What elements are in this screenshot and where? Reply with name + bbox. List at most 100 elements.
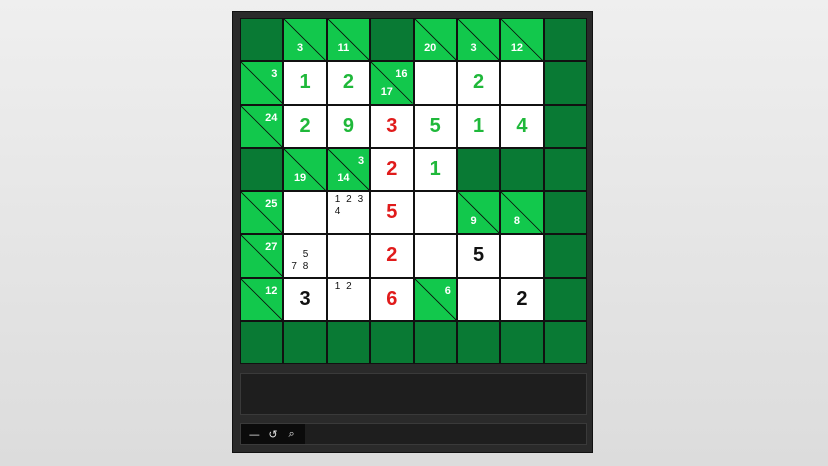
undo-icon[interactable]: ↺ bbox=[265, 426, 281, 442]
entry-cell[interactable] bbox=[284, 192, 326, 234]
entry-cell[interactable]: 2 bbox=[501, 278, 543, 320]
entry-cell[interactable]: 9 bbox=[327, 105, 370, 147]
clue-cell: 17 16 bbox=[371, 62, 413, 104]
clue-across-sum: 12 bbox=[265, 284, 278, 297]
entry-cell[interactable]: 6 bbox=[371, 278, 413, 320]
entry-cell[interactable]: 1 bbox=[457, 105, 500, 147]
cell-value: 2 bbox=[386, 157, 398, 180]
entry-cell[interactable]: 2 bbox=[284, 105, 326, 147]
entry-cell[interactable]: 123 4 bbox=[327, 192, 370, 234]
search-icon[interactable]: ⌕ bbox=[284, 426, 300, 442]
pencil-note bbox=[288, 237, 299, 249]
pencil-note: 3 bbox=[357, 194, 364, 205]
entry-cell[interactable]: 1 bbox=[414, 148, 456, 190]
pencil-note bbox=[288, 249, 299, 261]
entry-cell[interactable]: 2 bbox=[371, 148, 413, 190]
clue-down-sum: 11 bbox=[337, 42, 350, 55]
pencil-note: 7 bbox=[291, 260, 297, 272]
pencil-note: 2 bbox=[346, 280, 352, 292]
clue-cell: 11 bbox=[327, 19, 370, 61]
pencil-note bbox=[311, 249, 322, 261]
entry-cell[interactable]: 12 bbox=[327, 278, 370, 320]
game-window: 3 11 20 3 12 3 1 2 17 16 2 24 2 9 3 5 1 4 19 14 3 2 1 25 1 2 3 4 5 9 8… bbox=[232, 11, 593, 453]
entry-cell[interactable]: 3 bbox=[371, 105, 413, 147]
clue-across-sum: 27 bbox=[265, 241, 278, 254]
pencil-notes: 578 bbox=[288, 237, 322, 272]
clue-down-sum: 3 bbox=[470, 42, 477, 55]
cell-value: 1 bbox=[429, 157, 441, 180]
kakuro-board: 3 11 20 3 12 3 1 2 17 16 2 24 2 9 3 5 1 4 19 14 3 2 1 25 1 2 3 4 5 9 8… bbox=[240, 18, 587, 364]
clue-down-sum: 14 bbox=[337, 172, 350, 184]
clue-across-sum: 3 bbox=[358, 154, 365, 167]
cell-value: 5 bbox=[429, 114, 441, 137]
pencil-note bbox=[355, 206, 366, 218]
clue-across-sum: 24 bbox=[265, 111, 278, 124]
block-cell bbox=[544, 192, 586, 234]
entry-cell[interactable]: 1 bbox=[284, 62, 326, 104]
block-cell bbox=[544, 321, 586, 363]
block-cell bbox=[241, 19, 283, 61]
pencil-note: 1 bbox=[334, 280, 341, 292]
message-panel bbox=[240, 373, 587, 415]
clue-cell: 24 bbox=[241, 105, 283, 147]
cell-value: 2 bbox=[299, 114, 311, 137]
pencil-note bbox=[343, 206, 354, 218]
clue-cell: 19 bbox=[284, 148, 326, 190]
clue-down-sum: 9 bbox=[470, 215, 477, 228]
pencil-note bbox=[332, 292, 343, 304]
pencil-notes: 12 bbox=[332, 281, 366, 316]
pencil-note bbox=[311, 261, 322, 273]
cell-value: 3 bbox=[386, 114, 398, 137]
block-cell bbox=[457, 321, 500, 363]
pencil-note bbox=[355, 292, 366, 304]
block-cell bbox=[544, 105, 586, 147]
entry-cell[interactable]: 3 bbox=[284, 278, 326, 320]
entry-cell[interactable]: 5 bbox=[457, 235, 500, 277]
pencil-note bbox=[355, 281, 366, 293]
pencil-note bbox=[332, 304, 343, 316]
block-cell bbox=[501, 148, 543, 190]
cell-value: 2 bbox=[342, 71, 354, 94]
entry-cell[interactable] bbox=[457, 278, 500, 320]
clue-cell: 20 bbox=[414, 19, 456, 61]
entry-cell[interactable] bbox=[501, 62, 543, 104]
clue-down-sum: 12 bbox=[510, 42, 524, 55]
clue-cell: 3 bbox=[457, 19, 500, 61]
entry-cell[interactable] bbox=[501, 235, 543, 277]
pencil-note bbox=[343, 292, 354, 304]
clue-down-sum: 17 bbox=[380, 85, 393, 98]
clue-across-sum: 3 bbox=[271, 68, 278, 81]
entry-cell[interactable]: 578 bbox=[284, 235, 326, 277]
cell-value: 9 bbox=[342, 114, 354, 137]
block-cell bbox=[544, 278, 586, 320]
entry-cell[interactable] bbox=[414, 192, 456, 234]
entry-cell[interactable] bbox=[327, 235, 370, 277]
entry-cell[interactable]: 5 bbox=[414, 105, 456, 147]
entry-cell[interactable]: 2 bbox=[457, 62, 500, 104]
entry-cell[interactable]: 4 bbox=[501, 105, 543, 147]
entry-cell[interactable]: 2 bbox=[327, 62, 370, 104]
entry-cell[interactable]: 5 bbox=[371, 192, 413, 234]
pencil-note: 8 bbox=[302, 260, 309, 272]
tool-buttons: — ↺ ⌕ bbox=[241, 424, 305, 444]
clue-cell: 25 bbox=[241, 192, 283, 234]
minus-icon[interactable]: — bbox=[246, 426, 262, 442]
pencil-note: 1 bbox=[334, 194, 341, 205]
block-cell bbox=[544, 19, 586, 61]
pencil-note: 4 bbox=[334, 205, 341, 217]
pencil-note bbox=[311, 237, 322, 249]
clue-across-sum: 25 bbox=[265, 198, 278, 210]
cell-value: 2 bbox=[386, 244, 398, 267]
clue-cell: 14 3 bbox=[327, 148, 370, 190]
clue-down-sum: 20 bbox=[424, 42, 437, 55]
clue-cell: 3 bbox=[284, 19, 326, 61]
entry-cell[interactable]: 2 bbox=[371, 235, 413, 277]
clue-cell: 3 bbox=[241, 62, 283, 104]
pencil-notes: 123 4 bbox=[332, 194, 366, 229]
entry-cell[interactable] bbox=[414, 235, 456, 277]
entry-cell[interactable] bbox=[414, 62, 456, 104]
clue-cell: 12 bbox=[241, 278, 283, 320]
cell-value: 3 bbox=[299, 287, 311, 310]
pencil-note bbox=[300, 237, 311, 249]
cell-value: 5 bbox=[386, 201, 398, 224]
